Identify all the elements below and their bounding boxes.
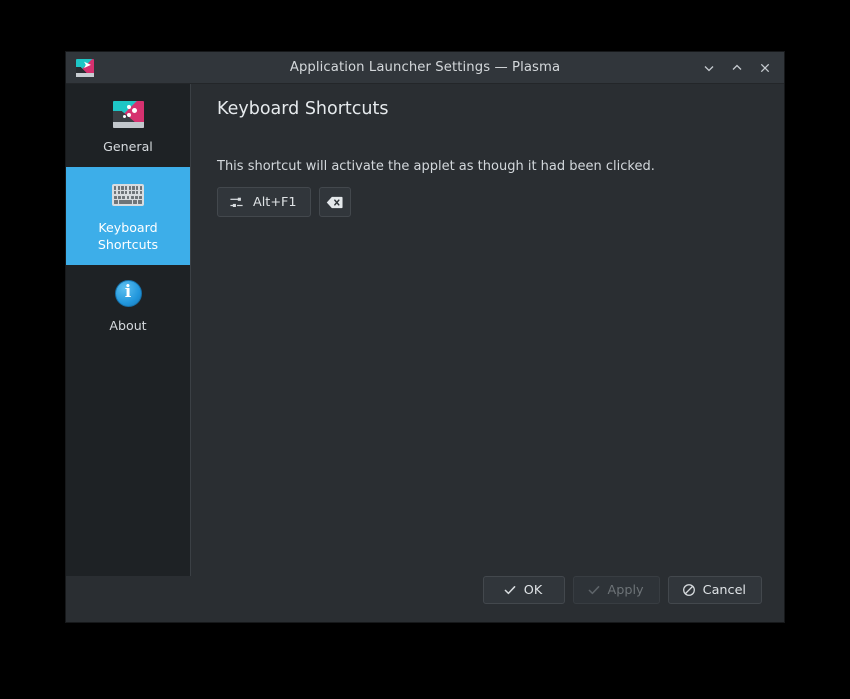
- content-area: Keyboard Shortcuts This shortcut will ac…: [191, 84, 784, 576]
- titlebar[interactable]: ➤ Application Launcher Settings — Plasma: [66, 52, 784, 84]
- shortcut-row: Alt+F1: [217, 187, 762, 217]
- check-icon: [503, 583, 517, 597]
- keyboard-icon: [112, 184, 144, 206]
- page-title: Keyboard Shortcuts: [217, 99, 389, 119]
- plasma-launcher-icon: ➤: [76, 58, 94, 77]
- plasma-launcher-icon: [112, 100, 144, 128]
- maximize-button[interactable]: [724, 56, 750, 80]
- sidebar-item-label-line1: Keyboard: [98, 220, 158, 235]
- sidebar-item-label: General: [103, 139, 153, 154]
- ok-button-label: OK: [523, 582, 543, 598]
- window-body: General Keyboard Shortcuts i About Keybo…: [66, 84, 784, 576]
- window-title: Application Launcher Settings — Plasma: [289, 60, 561, 75]
- check-icon: [587, 583, 601, 597]
- window-controls: [696, 56, 778, 80]
- apply-button[interactable]: Apply: [572, 576, 660, 604]
- chevron-up-icon: [730, 61, 744, 75]
- sidebar-item-general[interactable]: General: [66, 86, 190, 167]
- chevron-down-icon: [702, 61, 716, 75]
- shortcut-settings-block: This shortcut will activate the applet a…: [217, 158, 762, 217]
- sidebar-item-label-line2: Shortcuts: [97, 237, 159, 252]
- ok-button[interactable]: OK: [482, 576, 565, 604]
- dialog-button-box: OK Apply Cancel: [66, 576, 784, 622]
- cancel-circle-slash-icon: [682, 583, 696, 597]
- sidebar-item-label: About: [109, 318, 147, 333]
- shortcut-capture-button[interactable]: Alt+F1: [217, 187, 311, 217]
- sidebar-item-about[interactable]: i About: [66, 265, 190, 346]
- sidebar: General Keyboard Shortcuts i About: [66, 84, 191, 576]
- shortcut-value: Alt+F1: [253, 194, 297, 210]
- settings-window: ➤ Application Launcher Settings — Plasma: [66, 52, 784, 622]
- minimize-button[interactable]: [696, 56, 722, 80]
- backspace-delete-icon: [326, 195, 343, 210]
- clear-shortcut-button[interactable]: [318, 187, 351, 217]
- configure-sliders-icon: [229, 195, 244, 210]
- shortcut-description: This shortcut will activate the applet a…: [217, 159, 655, 174]
- cancel-button-label: Cancel: [702, 582, 746, 598]
- sidebar-item-label: Keyboard Shortcuts: [72, 219, 184, 253]
- close-button[interactable]: [752, 56, 778, 80]
- apply-button-label: Apply: [607, 582, 644, 598]
- info-icon: i: [114, 279, 142, 307]
- close-icon: [758, 61, 772, 75]
- sidebar-item-keyboard-shortcuts[interactable]: Keyboard Shortcuts: [66, 167, 190, 265]
- cancel-button[interactable]: Cancel: [667, 576, 762, 604]
